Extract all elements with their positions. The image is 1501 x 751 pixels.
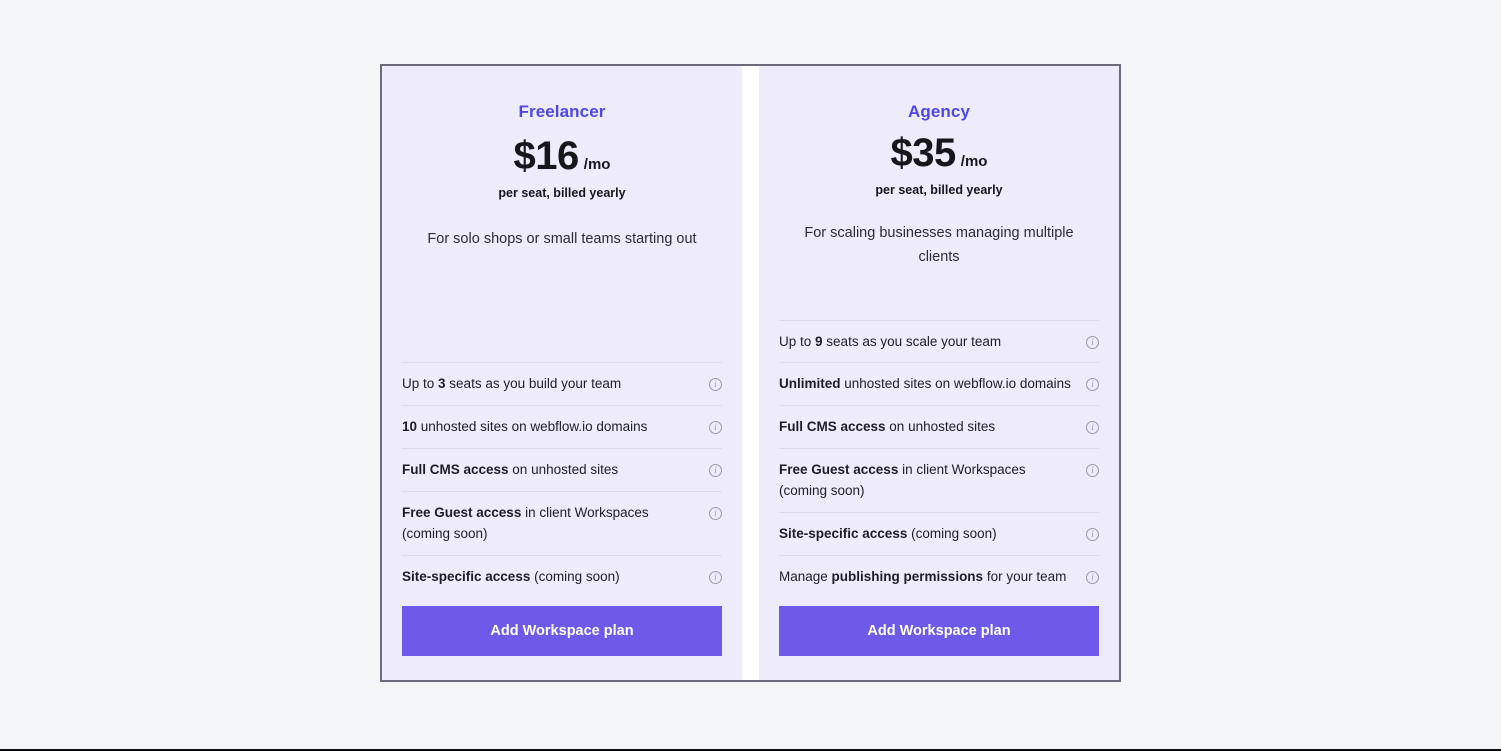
price-period-freelancer: /mo	[583, 156, 611, 173]
feature-text: Manage publishing permissions for your t…	[779, 569, 1067, 585]
price-amount-freelancer: $16	[513, 134, 580, 178]
plan-description-wrap-freelancer: For solo shops or small teams starting o…	[402, 228, 722, 252]
feature-text: Up to 3 seats as you build your team	[402, 376, 622, 392]
plan-card-agency: Agency $35 /mo per seat, billed yearly F…	[759, 66, 1119, 680]
plan-description-wrap-agency: For scaling businesses managing multiple…	[779, 222, 1099, 270]
feature-row: Up to 3 seats as you build your team i	[402, 362, 722, 405]
info-icon[interactable]: i	[709, 571, 722, 585]
feature-row: Up to 9 seats as you scale your team i	[779, 319, 1099, 363]
info-icon[interactable]: i	[709, 507, 722, 521]
info-icon[interactable]: i	[1086, 528, 1099, 542]
feature-row: Unlimited unhosted sites on webflow.io d…	[779, 362, 1099, 405]
feature-text: Site-specific access (coming soon)	[779, 526, 997, 542]
feature-row: Site-specific access (coming soon) i	[779, 512, 1099, 555]
feature-row: Full CMS access on unhosted sites i	[402, 448, 722, 491]
info-icon[interactable]: i	[709, 421, 722, 435]
feature-text: Full CMS access on unhosted sites	[779, 419, 996, 435]
feature-list-freelancer: Up to 3 seats as you build your team i 10 …	[402, 362, 722, 606]
plan-header-agency: Agency $35 /mo per seat, billed yearly	[779, 66, 1099, 197]
price-amount-agency: $35	[890, 131, 957, 175]
plan-price-freelancer: $16 /mo	[402, 136, 722, 176]
billing-note-freelancer: per seat, billed yearly	[498, 186, 626, 200]
plan-description-agency: For scaling businesses managing multiple…	[804, 225, 1074, 265]
info-icon[interactable]: i	[709, 378, 722, 392]
feature-row: Free Guest access in client Workspaces (…	[779, 448, 1099, 512]
add-workspace-plan-button-agency[interactable]: Add Workspace plan	[779, 606, 1099, 656]
feature-text: Free Guest access in client Workspaces (…	[779, 462, 1026, 499]
plan-card-freelancer: Freelancer $16 /mo per seat, billed year…	[382, 66, 742, 680]
price-period-agency: /mo	[960, 153, 988, 170]
feature-list-agency: Up to 9 seats as you scale your team i Unl…	[779, 319, 1099, 606]
plan-name-agency: Agency	[907, 102, 970, 121]
cta-wrap-freelancer: Add Workspace plan	[402, 606, 722, 680]
feature-row: Manage publishing permissions for your t…	[779, 555, 1099, 598]
info-icon[interactable]: i	[709, 464, 722, 478]
feature-text: Unlimited unhosted sites on webflow.io d…	[779, 376, 1071, 392]
feature-text: Site-specific access (coming soon)	[402, 569, 620, 585]
feature-row: Full CMS access on unhosted sites i	[779, 405, 1099, 448]
feature-row: 10 unhosted sites on webflow.io domains i	[402, 405, 722, 448]
feature-text: 10 unhosted sites on webflow.io domains	[402, 419, 648, 435]
plan-description-freelancer: For solo shops or small teams starting o…	[427, 231, 697, 247]
plan-name-freelancer: Freelancer	[518, 102, 606, 121]
info-icon[interactable]: i	[1086, 464, 1099, 478]
feature-text: Free Guest access in client Workspaces (…	[402, 505, 649, 542]
feature-row: Free Guest access in client Workspaces (…	[402, 491, 722, 555]
add-workspace-plan-button-freelancer[interactable]: Add Workspace plan	[402, 606, 722, 656]
cta-wrap-agency: Add Workspace plan	[779, 606, 1099, 680]
feature-row: Site-specific access (coming soon) i	[402, 555, 722, 598]
info-icon[interactable]: i	[1086, 335, 1099, 349]
billing-note-agency: per seat, billed yearly	[875, 183, 1003, 197]
feature-text: Up to 9 seats as you scale your team	[779, 333, 1002, 349]
info-icon[interactable]: i	[1086, 571, 1099, 585]
feature-text: Full CMS access on unhosted sites	[402, 462, 619, 478]
info-icon[interactable]: i	[1086, 378, 1099, 392]
pricing-plans-frame: Freelancer $16 /mo per seat, billed year…	[380, 64, 1121, 682]
plan-header-freelancer: Freelancer $16 /mo per seat, billed year…	[402, 66, 722, 200]
info-icon[interactable]: i	[1086, 421, 1099, 435]
plan-price-agency: $35 /mo	[779, 133, 1099, 173]
